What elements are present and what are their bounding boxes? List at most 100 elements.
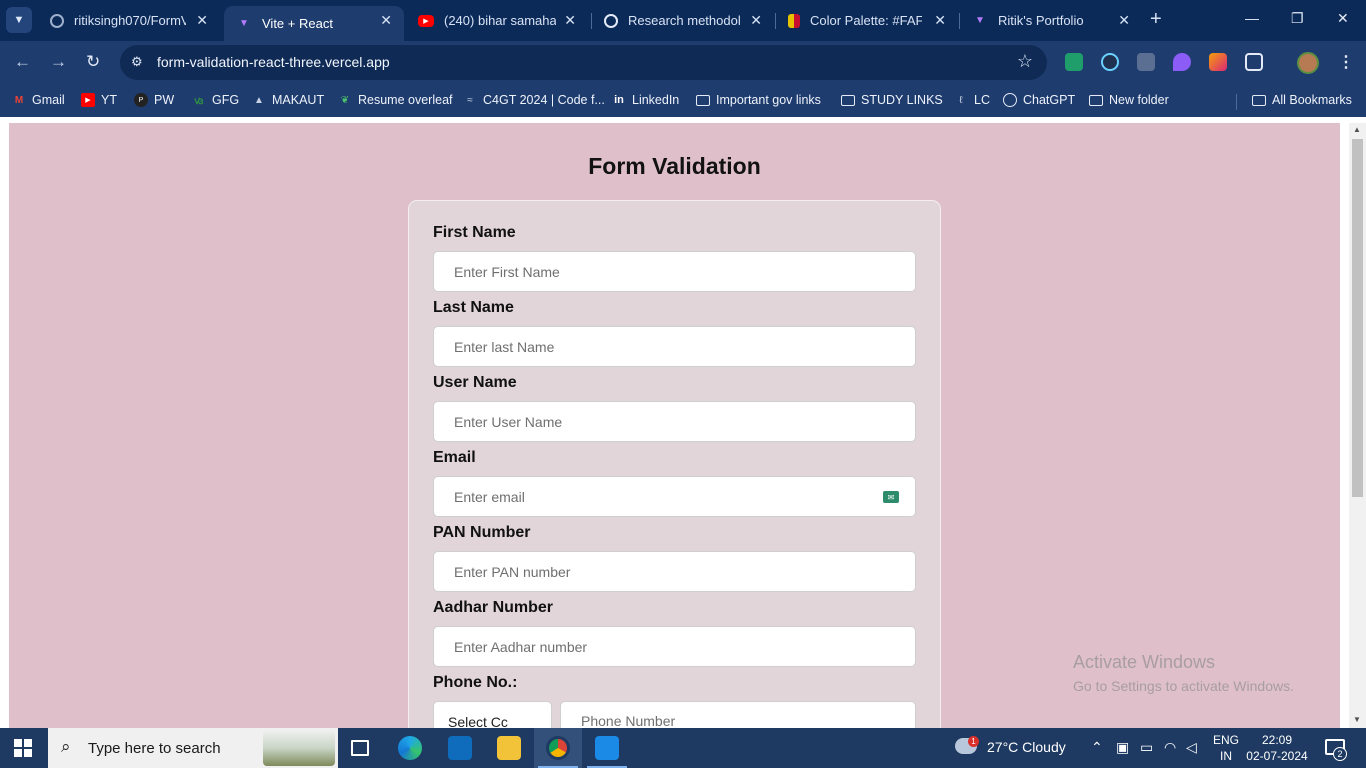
- scroll-up-arrow-icon[interactable]: ▲: [1353, 125, 1361, 134]
- site-info-tune-icon[interactable]: ⚙: [131, 54, 143, 70]
- bookmark-label: STUDY LINKS: [861, 93, 943, 107]
- aadhar-number-label: Aadhar Number: [433, 599, 554, 616]
- weather-text[interactable]: 27°C Cloudy: [987, 739, 1066, 755]
- overleaf-icon: ❦: [340, 94, 350, 106]
- email-extension-icon[interactable]: ✉: [883, 491, 899, 503]
- tab-close-icon[interactable]: ✕: [1118, 12, 1130, 29]
- bookmark-lc[interactable]: ℓ LC: [954, 93, 990, 107]
- bookmark-gmail[interactable]: M Gmail: [12, 93, 65, 107]
- bookmark-gov-links[interactable]: Important gov links: [696, 93, 821, 107]
- scroll-down-arrow-icon[interactable]: ▼: [1353, 715, 1361, 724]
- page-scrollbar[interactable]: ▲ ▼: [1349, 123, 1366, 728]
- gfg-icon: ꟃ: [194, 96, 204, 107]
- bookmark-label: Important gov links: [716, 93, 821, 107]
- edge-icon[interactable]: [386, 728, 434, 768]
- vscode-icon[interactable]: [583, 728, 631, 768]
- tab-search-chevron-icon[interactable]: ▼: [6, 7, 32, 33]
- pan-number-input[interactable]: [433, 551, 916, 592]
- bookmark-linkedin[interactable]: in LinkedIn: [612, 93, 679, 107]
- tab-color-palette[interactable]: Color Palette: #FAFFA ✕: [776, 6, 958, 35]
- email-input[interactable]: [433, 476, 916, 517]
- bookmarks-separator: [1236, 94, 1237, 110]
- browser-menu-icon[interactable]: ⋮: [1338, 52, 1354, 72]
- battery-icon[interactable]: ▭: [1140, 739, 1153, 756]
- restore-icon[interactable]: ❐: [1291, 10, 1304, 27]
- first-name-input[interactable]: [433, 251, 916, 292]
- tab-close-icon[interactable]: ✕: [380, 12, 392, 29]
- bookmark-label: YT: [101, 93, 117, 107]
- last-name-input[interactable]: [433, 326, 916, 367]
- bookmark-chatgpt[interactable]: ChatGPT: [1003, 93, 1075, 107]
- bookmark-label: MAKAUT: [272, 93, 325, 107]
- forward-arrow-icon[interactable]: →: [50, 52, 67, 72]
- bookmark-overleaf[interactable]: ❦ Resume overleaf: [338, 93, 453, 107]
- phone-number-input[interactable]: [560, 701, 916, 728]
- folder-icon: [1252, 94, 1266, 106]
- tab-portfolio[interactable]: ▼ Ritik's Portfolio ✕: [960, 6, 1142, 35]
- tab-youtube[interactable]: ▶ (240) bihar samaharna ✕: [406, 6, 588, 35]
- bookmark-c4gt[interactable]: ≈ C4GT 2024 | Code f...: [463, 93, 605, 107]
- vite-icon: ▼: [975, 15, 985, 26]
- chevron-down-icon: ▼: [534, 713, 545, 728]
- tab-close-icon[interactable]: ✕: [750, 12, 762, 29]
- url-text[interactable]: form-validation-react-three.vercel.app: [157, 54, 390, 70]
- chevron-up-icon[interactable]: ⌃: [1091, 739, 1103, 756]
- extension-react-icon[interactable]: [1101, 53, 1119, 71]
- tab-strip: ▼ ritiksingh070/FormVa ✕ ▼ Vite + React …: [0, 0, 1366, 41]
- wifi-icon[interactable]: ◠: [1164, 739, 1176, 756]
- windows-start-icon[interactable]: [14, 739, 32, 757]
- meet-now-icon[interactable]: ▣: [1116, 739, 1129, 756]
- tab-title: Vite + React: [262, 16, 333, 31]
- region-code: IN: [1220, 749, 1232, 763]
- tab-vite-react[interactable]: ▼ Vite + React ✕: [224, 6, 404, 41]
- extension-mail-icon[interactable]: [1065, 53, 1083, 71]
- extension-window-icon[interactable]: [1137, 53, 1155, 71]
- bookmark-makaut[interactable]: ▲ MAKAUT: [252, 93, 324, 107]
- tab-github[interactable]: ritiksingh070/FormVa ✕: [38, 6, 220, 35]
- back-arrow-icon[interactable]: ←: [14, 52, 31, 72]
- file-explorer-icon[interactable]: [485, 728, 533, 768]
- system-clock[interactable]: 22:09 02-07-2024: [1245, 732, 1309, 764]
- taskbar-search-box[interactable]: ⌕ Type here to search: [48, 728, 338, 768]
- bookmark-yt[interactable]: ▶ YT: [81, 93, 117, 107]
- bookmark-label: GFG: [212, 93, 240, 107]
- search-icon: ⌕: [61, 737, 71, 756]
- new-tab-plus-icon[interactable]: +: [1150, 9, 1162, 29]
- address-bar[interactable]: ⚙ form-validation-react-three.vercel.app…: [120, 45, 1047, 80]
- reload-icon[interactable]: ↻: [86, 52, 100, 72]
- folder-icon: [841, 94, 855, 106]
- bookmark-star-icon[interactable]: ☆: [1017, 51, 1033, 72]
- scrollbar-thumb[interactable]: [1352, 139, 1363, 497]
- clock-date: 02-07-2024: [1246, 749, 1308, 763]
- bookmark-gfg[interactable]: ꟃ GFG: [192, 93, 240, 107]
- country-code-select[interactable]: Select Cc ▼: [433, 701, 552, 728]
- country-code-selected: Select Cc: [448, 714, 508, 728]
- chatgpt-icon: [1003, 93, 1017, 107]
- aadhar-number-input[interactable]: [433, 626, 916, 667]
- mail-icon[interactable]: [436, 728, 484, 768]
- tab-research[interactable]: Research methodolo ✕: [592, 6, 774, 35]
- minimize-icon[interactable]: —: [1245, 10, 1259, 26]
- pan-number-label: PAN Number: [433, 524, 531, 541]
- extension-drop-icon[interactable]: [1173, 53, 1191, 71]
- profile-avatar[interactable]: [1297, 52, 1319, 74]
- task-view-icon[interactable]: [336, 728, 384, 768]
- phone-label: Phone No.:: [433, 674, 518, 691]
- user-name-input[interactable]: [433, 401, 916, 442]
- chrome-icon[interactable]: [534, 728, 582, 768]
- extensions-puzzle-icon[interactable]: [1245, 53, 1263, 71]
- bookmark-new-folder[interactable]: New folder: [1089, 93, 1169, 107]
- bookmark-study-links[interactable]: STUDY LINKS: [841, 93, 943, 107]
- tab-close-icon[interactable]: ✕: [934, 12, 946, 29]
- volume-icon[interactable]: ◁: [1186, 739, 1197, 756]
- window-close-icon[interactable]: ✕: [1337, 10, 1349, 27]
- tab-close-icon[interactable]: ✕: [564, 12, 576, 29]
- language-indicator[interactable]: ENG IN: [1213, 732, 1239, 764]
- bookmark-all-bookmarks[interactable]: All Bookmarks: [1252, 93, 1352, 107]
- page-viewport: Form Validation First Name Last Name Use…: [0, 117, 1366, 728]
- watermark-subtitle: Go to Settings to activate Windows.: [1073, 678, 1294, 694]
- tab-close-icon[interactable]: ✕: [196, 12, 208, 29]
- bookmark-pw[interactable]: P PW: [134, 93, 174, 107]
- extension-pen-icon[interactable]: [1209, 53, 1227, 71]
- first-name-label: First Name: [433, 224, 516, 241]
